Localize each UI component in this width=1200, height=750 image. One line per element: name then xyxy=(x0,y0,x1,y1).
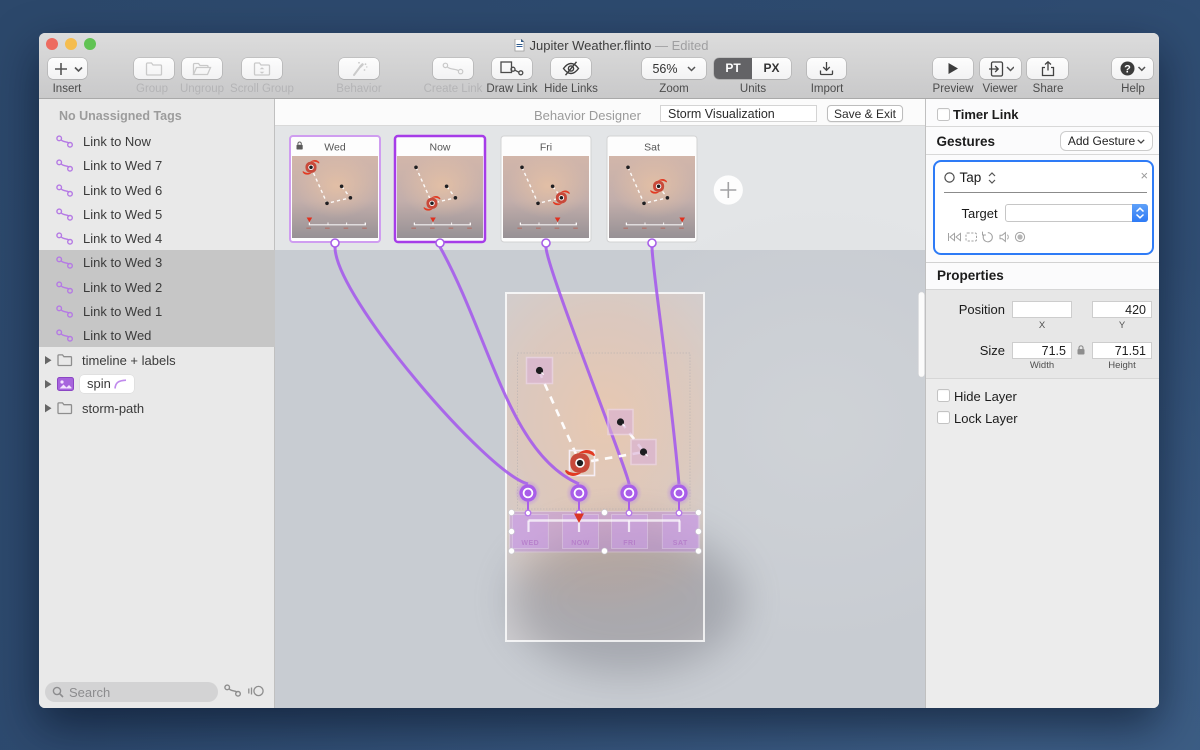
svg-text:FRI: FRI xyxy=(623,540,636,547)
svg-text:SAT: SAT xyxy=(673,540,688,547)
svg-text:Now: Now xyxy=(429,142,450,154)
svg-text:Sat: Sat xyxy=(644,142,660,154)
svg-text:Wed: Wed xyxy=(324,142,346,154)
svg-text:WED: WED xyxy=(521,540,539,547)
svg-text:?: ? xyxy=(1124,63,1131,75)
svg-text:NOW: NOW xyxy=(571,540,590,547)
svg-text:Fri: Fri xyxy=(540,142,552,154)
